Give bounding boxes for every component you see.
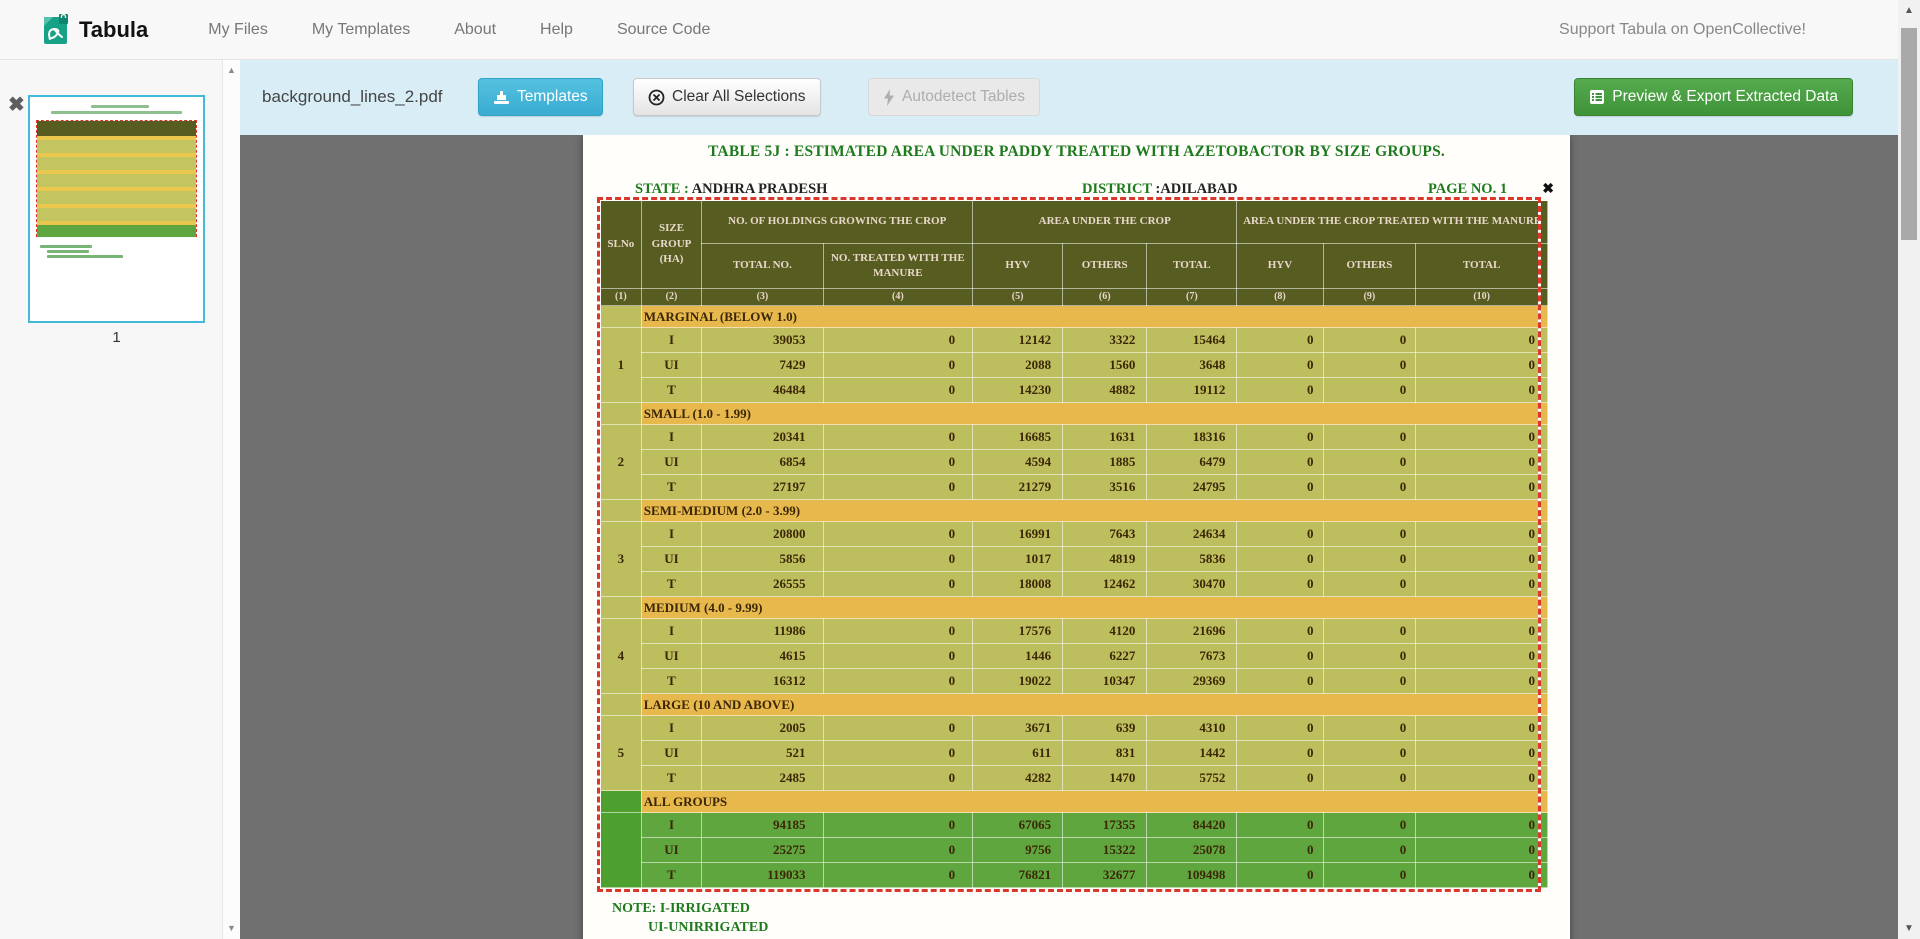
- remove-selection-icon[interactable]: ✖: [1542, 180, 1554, 197]
- thumbnail-page-number: 1: [28, 329, 205, 346]
- navbar: Tabula My Files My Templates About Help …: [0, 0, 1898, 60]
- document-area: TABLE 5J : ESTIMATED AREA UNDER PADDY TR…: [240, 135, 1898, 939]
- window-scrollbar-thumb[interactable]: [1901, 28, 1917, 240]
- templates-icon: [493, 90, 510, 105]
- thumb-title-line: [91, 105, 150, 108]
- clear-button-label: Clear All Selections: [672, 88, 806, 106]
- thumb-note-line: [40, 245, 92, 248]
- state-value: ANDHRA PRADESH: [692, 181, 828, 197]
- autodetect-tables-button[interactable]: Autodetect Tables: [868, 78, 1040, 116]
- clear-selections-icon: [648, 89, 665, 106]
- sidebar-scrollbar[interactable]: ▲ ▼: [222, 59, 240, 939]
- scroll-up-icon[interactable]: ▲: [223, 65, 240, 75]
- state-label: STATE :: [635, 181, 689, 197]
- sidebar: ✖ 1 ▲ ▼: [0, 59, 240, 939]
- templates-button-label: Templates: [517, 88, 588, 106]
- page-no-field: PAGE NO. 1: [1428, 181, 1507, 198]
- thumbnail-selection: [36, 120, 197, 237]
- nav-item-my-files[interactable]: My Files: [186, 21, 290, 39]
- nav-item-source-code[interactable]: Source Code: [595, 21, 732, 39]
- note-line-2: UI-UNIRRIGATED: [648, 920, 768, 936]
- district-label: DISTRICT: [1082, 181, 1152, 197]
- state-field: STATE : ANDHRA PRADESH: [635, 181, 827, 198]
- window-scrollbar[interactable]: ▲ ▼: [1898, 0, 1920, 939]
- pdf-page[interactable]: TABLE 5J : ESTIMATED AREA UNDER PADDY TR…: [583, 135, 1570, 939]
- page-thumbnail[interactable]: [28, 95, 205, 323]
- export-table-icon: [1589, 89, 1605, 105]
- table-selection-overlay[interactable]: ✖: [597, 197, 1541, 892]
- nav-item-about[interactable]: About: [432, 21, 518, 39]
- brand[interactable]: Tabula: [42, 14, 148, 46]
- clear-all-selections-button[interactable]: Clear All Selections: [633, 78, 821, 116]
- window-scroll-up-icon[interactable]: ▲: [1898, 5, 1920, 16]
- table-title: TABLE 5J : ESTIMATED AREA UNDER PADDY TR…: [583, 143, 1570, 161]
- toolbar: background_lines_2.pdf Templates Clear A…: [240, 59, 1898, 135]
- note-line-1: NOTE: I-IRRIGATED: [612, 901, 750, 917]
- district-value: :ADILABAD: [1155, 181, 1237, 197]
- scroll-down-icon[interactable]: ▼: [223, 923, 240, 933]
- lightning-bolt-icon: [883, 89, 895, 106]
- export-button-label: Preview & Export Extracted Data: [1612, 88, 1838, 106]
- thumb-note-line: [47, 255, 123, 258]
- nav-links: My Files My Templates About Help Source …: [186, 21, 732, 39]
- window-scroll-down-icon[interactable]: ▼: [1898, 923, 1920, 934]
- remove-file-icon[interactable]: ✖: [8, 95, 25, 115]
- app-root: Tabula My Files My Templates About Help …: [0, 0, 1920, 939]
- thumb-subtitle-line: [51, 111, 182, 114]
- tabula-logo-icon: [42, 14, 70, 46]
- support-link[interactable]: Support Tabula on OpenCollective!: [1559, 21, 1806, 39]
- nav-item-my-templates[interactable]: My Templates: [290, 21, 432, 39]
- open-filename: background_lines_2.pdf: [262, 59, 443, 135]
- preview-export-button[interactable]: Preview & Export Extracted Data: [1574, 78, 1853, 116]
- nav-item-help[interactable]: Help: [518, 21, 595, 39]
- district-field: DISTRICT :ADILABAD: [1082, 181, 1238, 198]
- brand-name: Tabula: [79, 17, 148, 43]
- autodetect-button-label: Autodetect Tables: [902, 88, 1025, 106]
- thumb-note-line: [47, 250, 89, 253]
- templates-button[interactable]: Templates: [478, 78, 603, 116]
